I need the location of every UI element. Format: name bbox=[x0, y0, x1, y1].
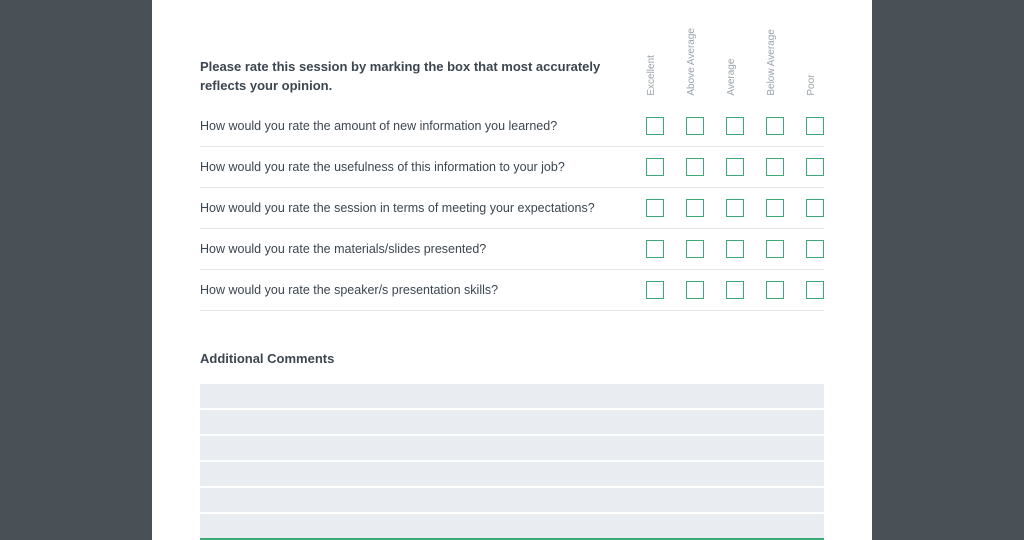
rating-checkbox[interactable] bbox=[646, 240, 664, 258]
comment-line bbox=[200, 436, 824, 462]
rating-checkbox[interactable] bbox=[646, 117, 664, 135]
comment-line bbox=[200, 488, 824, 514]
question-row: How would you rate the usefulness of thi… bbox=[200, 147, 824, 188]
comments-section: Additional Comments bbox=[200, 351, 824, 540]
rating-checkbox[interactable] bbox=[766, 199, 784, 217]
rating-instruction: Please rate this session by marking the … bbox=[200, 58, 646, 96]
comment-line bbox=[200, 384, 824, 410]
rating-checkbox[interactable] bbox=[646, 158, 664, 176]
rating-checkbox[interactable] bbox=[726, 240, 744, 258]
rating-checkbox[interactable] bbox=[686, 199, 704, 217]
rating-checkbox[interactable] bbox=[646, 199, 664, 217]
comment-line bbox=[200, 462, 824, 488]
comments-heading: Additional Comments bbox=[200, 351, 824, 366]
rating-header-row: Please rate this session by marking the … bbox=[200, 28, 824, 106]
rating-checkbox[interactable] bbox=[686, 117, 704, 135]
rating-checkbox[interactable] bbox=[806, 158, 824, 176]
rating-checkbox[interactable] bbox=[726, 281, 744, 299]
rating-checkbox[interactable] bbox=[766, 240, 784, 258]
rating-scale-labels: Excellent Above Average Average Below Av… bbox=[646, 28, 824, 96]
checkbox-group bbox=[646, 158, 824, 176]
checkbox-group bbox=[646, 240, 824, 258]
rating-checkbox[interactable] bbox=[766, 281, 784, 299]
question-text: How would you rate the session in terms … bbox=[200, 201, 646, 215]
question-text: How would you rate the materials/slides … bbox=[200, 242, 646, 256]
form-page: Please rate this session by marking the … bbox=[152, 0, 872, 540]
question-row: How would you rate the speaker/s present… bbox=[200, 270, 824, 311]
rating-checkbox[interactable] bbox=[806, 281, 824, 299]
question-text: How would you rate the amount of new inf… bbox=[200, 119, 646, 133]
comments-input-area[interactable] bbox=[200, 384, 824, 540]
question-row: How would you rate the materials/slides … bbox=[200, 229, 824, 270]
rating-checkbox[interactable] bbox=[806, 240, 824, 258]
scale-label-excellent: Excellent bbox=[646, 28, 664, 96]
rating-checkbox[interactable] bbox=[766, 158, 784, 176]
question-row: How would you rate the amount of new inf… bbox=[200, 106, 824, 147]
scale-label-average: Average bbox=[726, 28, 744, 96]
rating-checkbox[interactable] bbox=[726, 117, 744, 135]
comment-line bbox=[200, 514, 824, 540]
checkbox-group bbox=[646, 117, 824, 135]
rating-checkbox[interactable] bbox=[686, 240, 704, 258]
question-text: How would you rate the usefulness of thi… bbox=[200, 160, 646, 174]
rating-checkbox[interactable] bbox=[726, 199, 744, 217]
scale-label-above-average: Above Average bbox=[686, 28, 704, 96]
question-text: How would you rate the speaker/s present… bbox=[200, 283, 646, 297]
rating-checkbox[interactable] bbox=[726, 158, 744, 176]
scale-label-below-average: Below Average bbox=[766, 28, 784, 96]
rating-checkbox[interactable] bbox=[806, 117, 824, 135]
rating-checkbox[interactable] bbox=[766, 117, 784, 135]
checkbox-group bbox=[646, 199, 824, 217]
scale-label-poor: Poor bbox=[806, 28, 824, 96]
rating-checkbox[interactable] bbox=[686, 158, 704, 176]
checkbox-group bbox=[646, 281, 824, 299]
comment-line bbox=[200, 410, 824, 436]
rating-checkbox[interactable] bbox=[686, 281, 704, 299]
rating-section: Please rate this session by marking the … bbox=[200, 28, 824, 311]
question-row: How would you rate the session in terms … bbox=[200, 188, 824, 229]
rating-checkbox[interactable] bbox=[646, 281, 664, 299]
rating-checkbox[interactable] bbox=[806, 199, 824, 217]
